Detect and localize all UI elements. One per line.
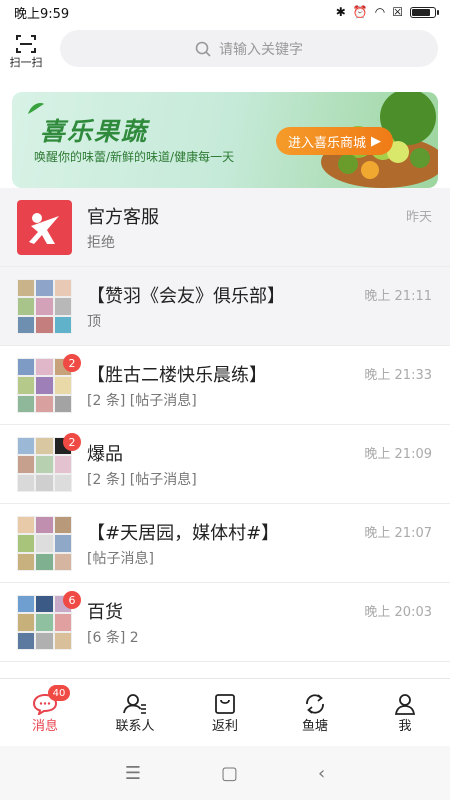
item-subtitle: [帖子消息]: [87, 551, 154, 567]
item-time: 晚上 21:33: [364, 368, 432, 383]
item-title: 【赞羽《会友》俱乐部】: [87, 286, 285, 307]
search-input[interactable]: 请输入关键字: [60, 30, 438, 67]
back-icon[interactable]: ‹: [318, 763, 325, 784]
status-bar: 晚上9:59 ✱ ⏰ ◠ ☒: [0, 0, 450, 24]
messages-badge: 40: [48, 685, 70, 701]
top-bar: 扫一扫 请输入关键字: [0, 24, 450, 80]
tab-label: 联系人: [115, 718, 155, 734]
tab-contacts[interactable]: 联系人: [90, 679, 180, 747]
banner-title: 喜乐果蔬: [40, 117, 149, 146]
item-title: 百货: [87, 602, 123, 623]
sim-icon: ☒: [392, 5, 403, 19]
status-icons: ✱ ⏰ ◠ ☒: [335, 5, 439, 19]
bluetooth-icon: ✱: [335, 5, 346, 19]
search-icon: [195, 41, 211, 57]
item-time: 晚上 21:07: [364, 526, 432, 541]
service-avatar: [17, 200, 72, 255]
item-time: 昨天: [405, 210, 432, 225]
tab-rebate[interactable]: 返利: [180, 679, 270, 747]
battery-icon: [410, 6, 439, 18]
bottom-tab-bar: 消息 40 联系人 返利 鱼塘 我: [0, 678, 450, 747]
wifi-icon: ◠: [374, 5, 386, 19]
contacts-icon: [123, 693, 146, 714]
tab-label: 消息: [31, 718, 58, 734]
play-arrow-icon: ▶: [371, 133, 382, 149]
scan-label: 扫一扫: [9, 56, 43, 69]
list-item[interactable]: 官方客服 拒绝 昨天: [0, 188, 450, 267]
conversation-list: 官方客服 拒绝 昨天 【赞羽《会友》俱乐部】 顶 晚上 21:11 2 【胜古二…: [0, 188, 450, 662]
list-item[interactable]: 2 【胜古二楼快乐晨练】 [2 条] [帖子消息] 晚上 21:33: [0, 346, 450, 425]
tab-me[interactable]: 我: [360, 679, 450, 747]
search-placeholder: 请输入关键字: [219, 41, 303, 58]
item-subtitle: [6 条] 2: [87, 630, 139, 646]
system-nav-bar: ☰ ▢ ‹: [0, 746, 450, 800]
item-subtitle: [2 条] [帖子消息]: [87, 472, 197, 488]
item-time: 晚上 20:03: [364, 605, 432, 620]
enter-mall-label: 进入喜乐商城: [288, 135, 367, 151]
list-item[interactable]: 6 百货 [6 条] 2 晚上 20:03: [0, 583, 450, 662]
service-logo-icon: [28, 212, 59, 244]
tab-label: 我: [398, 718, 412, 734]
banner-subtitle: 唤醒你的味蕾/新鲜的味道/健康每一天: [34, 150, 235, 164]
item-title: 官方客服: [87, 207, 159, 228]
rebate-bag-icon: [215, 693, 235, 714]
list-item[interactable]: 【赞羽《会友》俱乐部】 顶 晚上 21:11: [0, 267, 450, 346]
tab-label: 返利: [211, 718, 238, 734]
enter-mall-button[interactable]: 进入喜乐商城 ▶: [276, 127, 394, 155]
group-avatar: [17, 516, 72, 571]
item-title: 爆品: [87, 444, 123, 465]
person-icon: [394, 693, 416, 715]
item-time: 晚上 21:09: [364, 447, 432, 462]
tab-messages[interactable]: 消息 40: [0, 679, 90, 747]
group-avatar: [17, 279, 72, 334]
item-title: 【#天居园，媒体村#】: [87, 523, 280, 544]
item-time: 晚上 21:11: [364, 289, 432, 304]
unread-badge: 2: [63, 354, 81, 372]
unread-badge: 6: [63, 591, 81, 609]
item-title: 【胜古二楼快乐晨练】: [87, 365, 267, 386]
home-icon[interactable]: ▢: [221, 763, 238, 784]
list-item[interactable]: 2 爆品 [2 条] [帖子消息] 晚上 21:09: [0, 425, 450, 504]
item-subtitle: 顶: [87, 314, 101, 330]
item-subtitle: [2 条] [帖子消息]: [87, 393, 197, 409]
unread-badge: 2: [63, 433, 81, 451]
scan-button[interactable]: 扫一扫: [0, 34, 52, 70]
tab-label: 鱼塘: [301, 718, 328, 734]
tab-fishpond[interactable]: 鱼塘: [270, 679, 360, 747]
list-item[interactable]: 【#天居园，媒体村#】 [帖子消息] 晚上 21:07: [0, 504, 450, 583]
item-subtitle: 拒绝: [87, 235, 115, 251]
promo-banner[interactable]: 喜乐果蔬 唤醒你的味蕾/新鲜的味道/健康每一天 进入喜乐商城 ▶: [12, 92, 438, 188]
alarm-icon: ⏰: [352, 5, 368, 19]
menu-icon[interactable]: ☰: [125, 763, 141, 784]
refresh-cycle-icon: [306, 693, 324, 714]
scan-icon: [16, 35, 36, 53]
status-time: 晚上9:59: [14, 6, 70, 22]
